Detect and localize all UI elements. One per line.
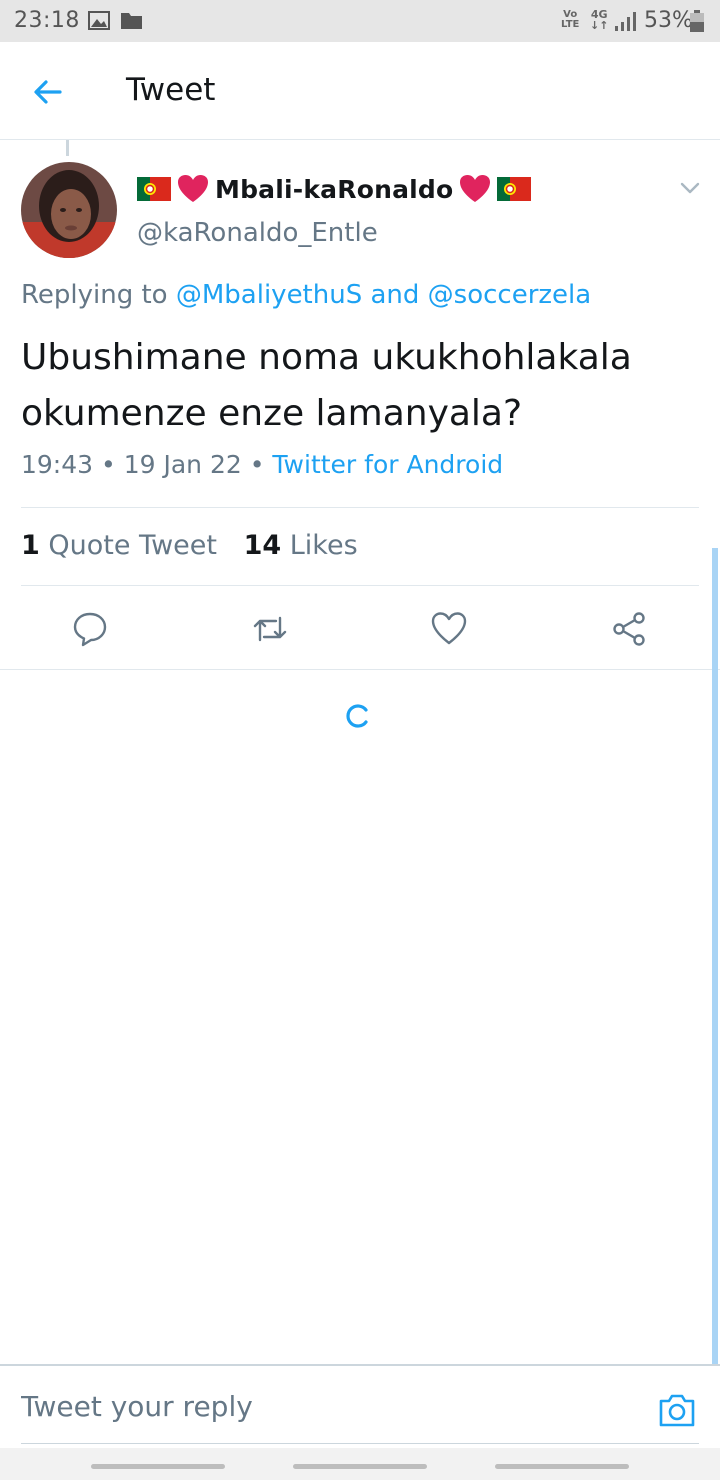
quote-tweet-stat[interactable]: 1 Quote Tweet [21,530,217,561]
tweet-stats: 1 Quote Tweet 14 Likes [21,530,376,561]
portugal-flag-icon [497,177,532,201]
status-time: 23:18 [14,8,80,33]
reply-composer [0,1364,720,1444]
red-heart-icon [178,175,208,202]
likes-stat[interactable]: 14 Likes [244,530,358,561]
network-type-indicator: 4G ↓↑ [590,8,609,32]
meta-separator: • [101,450,116,479]
battery-icon [690,10,704,32]
mention-link[interactable]: @MbaliyethuS [176,280,362,310]
comment-icon[interactable] [71,610,109,648]
tweet-date: 19 Jan 22 [123,450,242,479]
replying-to-line: Replying to @MbaliyethuS and @soccerzela [21,280,591,310]
quote-label: Quote Tweet [48,530,217,561]
like-label: Likes [289,530,358,561]
heart-outline-icon[interactable] [430,610,468,648]
nav-button-recents[interactable] [91,1464,225,1469]
quote-count: 1 [21,530,40,561]
like-count: 14 [243,530,282,561]
nav-button-home[interactable] [293,1464,427,1469]
replying-and: and [370,280,420,310]
status-bar: 23:18 Vo LTE 4G ↓↑ 53% [0,0,720,42]
scrollbar[interactable] [712,548,718,1364]
tweet-meta: 19:43 • 19 Jan 22 • Twitter for Android [21,450,503,479]
loading-spinner-icon [346,704,368,728]
tweet-time: 19:43 [21,450,94,479]
divider [21,507,699,508]
arrow-left-icon[interactable] [30,74,66,110]
author-username[interactable]: @kaRonaldo_Entle [137,218,378,248]
portugal-flag-icon [137,177,171,201]
folder-notification-icon [121,13,142,29]
page-title: Tweet [126,72,216,108]
reply-underline [21,1443,699,1444]
system-navigation-bar [0,1448,720,1480]
tweet-source-link[interactable]: Twitter for Android [272,450,503,479]
author-name-row[interactable]: Mbali-kaRonaldo [137,172,532,206]
tweet-action-bar [0,588,720,670]
replying-prefix: Replying to [21,280,168,310]
thread-connector-line [66,140,69,156]
camera-icon[interactable] [658,1392,696,1428]
author-display-name: Mbali-kaRonaldo [215,174,454,204]
avatar-image [21,162,117,258]
nav-button-back[interactable] [495,1464,629,1469]
red-heart-icon [460,175,491,202]
tweet-text: Ubushimane noma ukukhohlakala okumenze e… [21,337,632,434]
signal-strength-icon [615,12,636,31]
battery-percentage: 53% [644,8,693,33]
share-icon[interactable] [610,610,648,648]
image-notification-icon [88,11,110,30]
chevron-down-icon[interactable] [676,174,704,202]
avatar[interactable] [21,162,117,258]
volte-indicator: Vo LTE [561,9,580,30]
meta-separator: • [249,450,265,479]
retweet-icon[interactable] [251,610,289,648]
divider [21,585,699,586]
mention-link[interactable]: @soccerzela [428,280,592,310]
reply-input[interactable] [21,1384,621,1428]
app-header: Tweet [0,42,720,140]
